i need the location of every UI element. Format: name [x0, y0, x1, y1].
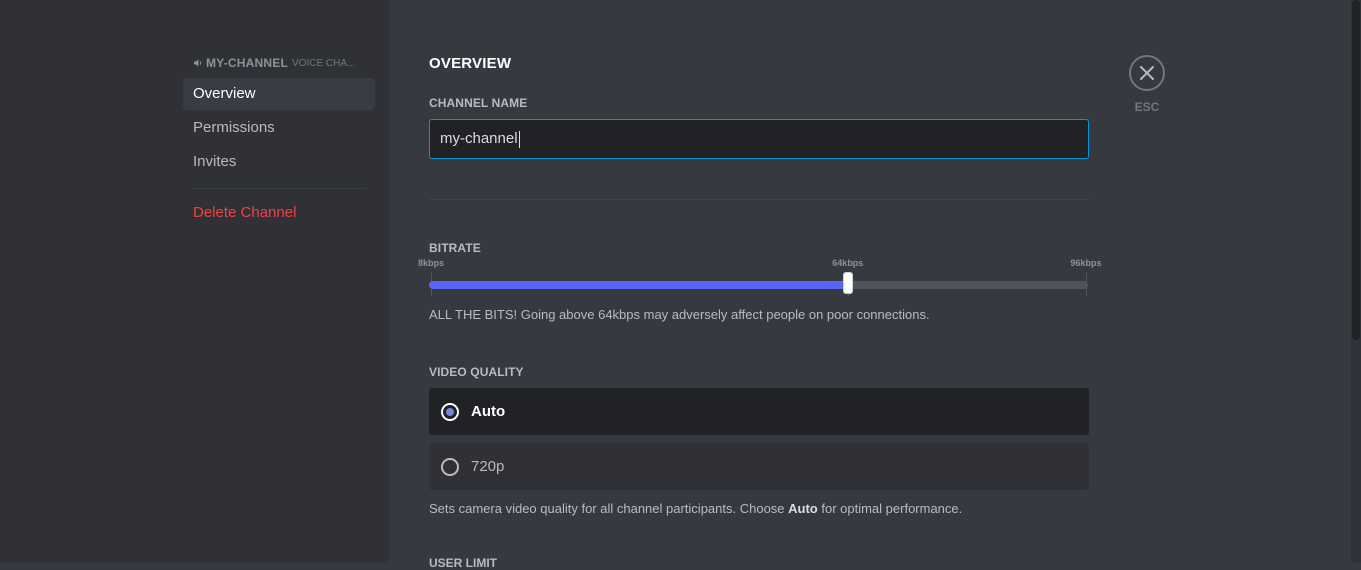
esc-label: ESC	[1134, 100, 1160, 114]
channel-name-input[interactable]: my-channel	[429, 119, 1089, 159]
helper-suffix: for optimal performance.	[817, 501, 963, 516]
video-quality-label: VIDEO QUALITY	[429, 365, 524, 379]
user-limit-label: USER LIMIT	[429, 556, 497, 570]
channel-header-name: MY-CHANNEL	[206, 56, 288, 70]
sidebar-item-overview[interactable]: Overview	[183, 78, 375, 110]
video-quality-option-auto[interactable]: Auto	[429, 388, 1089, 435]
text-caret	[518, 130, 520, 148]
channel-name-value: my-channel	[440, 130, 518, 147]
option-label: 720p	[471, 458, 505, 475]
slider-handle[interactable]	[842, 272, 853, 294]
delete-channel-button[interactable]: Delete Channel	[183, 197, 375, 229]
channel-header: MY-CHANNEL VOICE CHA...	[193, 56, 365, 70]
sidebar-item-permissions[interactable]: Permissions	[183, 112, 375, 144]
option-label: Auto	[471, 403, 506, 420]
video-quality-helper-text: Sets camera video quality for all channe…	[429, 501, 962, 516]
helper-prefix: Sets camera video quality for all channe…	[429, 501, 789, 516]
bitrate-marker-max: 96kbps	[1070, 258, 1102, 268]
speaker-icon	[194, 59, 202, 67]
radio-unchecked-icon[interactable]	[441, 457, 459, 476]
channel-header-type: VOICE CHA...	[292, 57, 356, 69]
section-divider	[429, 199, 1089, 200]
page-title: OVERVIEW	[429, 55, 512, 72]
helper-bold: Auto	[788, 501, 818, 516]
bitrate-marker-mid: 64kbps	[832, 258, 864, 268]
bitrate-marker-min: 8kbps	[417, 258, 445, 268]
bitrate-helper-text: ALL THE BITS! Going above 64kbps may adv…	[429, 307, 930, 322]
scrollbar-thumb[interactable]	[1352, 0, 1360, 340]
close-button[interactable]	[1129, 55, 1165, 91]
close-icon	[1140, 66, 1154, 80]
sidebar-divider	[193, 188, 366, 189]
video-quality-option-720p[interactable]: 720p	[429, 443, 1089, 490]
sidebar-item-invites[interactable]: Invites	[183, 146, 375, 178]
slider-fill	[429, 281, 848, 289]
bitrate-slider[interactable]: 8kbps 64kbps 96kbps	[418, 254, 1102, 304]
bitrate-label: BITRATE	[429, 241, 481, 255]
radio-checked-icon[interactable]	[441, 402, 459, 421]
channel-name-label: CHANNEL NAME	[429, 96, 528, 110]
